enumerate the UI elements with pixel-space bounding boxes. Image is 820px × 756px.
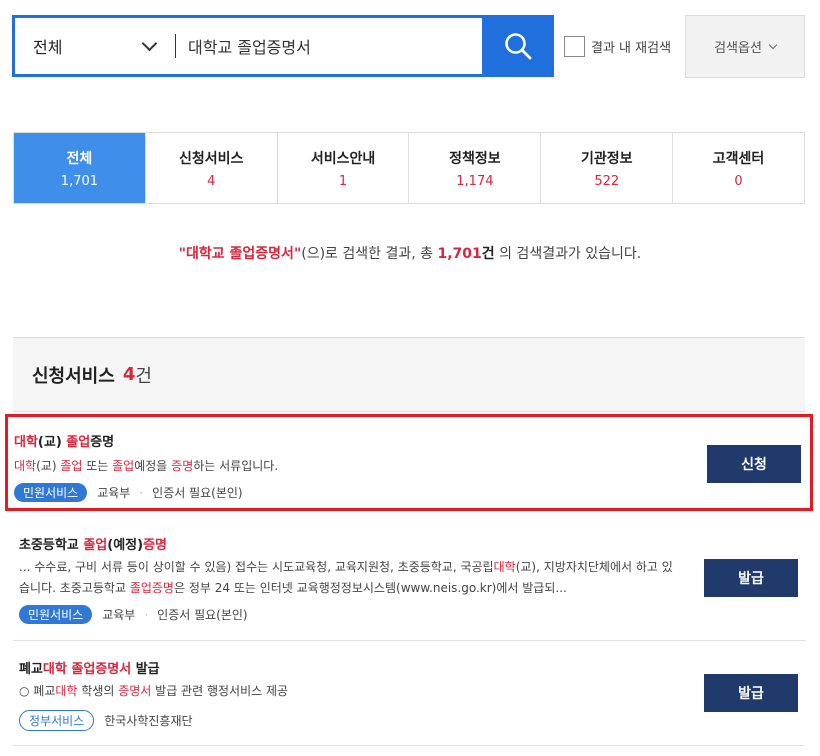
section-count: 4: [122, 364, 136, 385]
section-title: 신청서비스: [32, 365, 115, 387]
result-item: 대학(교) 졸업증명 대학(교) 졸업 또는 졸업예정을 증명하는 서류입니다.…: [5, 414, 813, 511]
tab-all[interactable]: 전체 1,701: [14, 133, 145, 203]
search-input[interactable]: [176, 18, 482, 74]
separator: ·: [144, 607, 149, 622]
chevron-down-icon: [768, 40, 778, 49]
category-badge: 민원서비스: [14, 483, 88, 502]
keyword-highlight: 증명: [171, 459, 194, 473]
text-segment: 은 정부 24 또는 인터넷 교육행정정보시스템(www.neis.go.kr)…: [173, 581, 567, 595]
chevron-down-icon: [141, 35, 158, 51]
tab-count: 1,701: [60, 173, 99, 189]
keyword-highlight: 졸업: [60, 459, 83, 473]
text-segment: 초중등학교: [19, 538, 84, 553]
keyword-highlight: 졸업: [83, 538, 108, 553]
search-scope-select[interactable]: 전체: [15, 18, 175, 74]
summary-unit: 건: [481, 246, 495, 262]
keyword-highlight: 증명: [143, 538, 167, 553]
keyword-highlight: 증명서: [118, 684, 152, 698]
recheck-option[interactable]: 결과 내 재검색: [564, 36, 671, 57]
result-item: 초중등학교 졸업(예정)증명 ... 수수료, 구비 서류 등이 상이할 수 있…: [13, 520, 805, 641]
result-meta: 정부서비스 한국사학진흥재단: [19, 710, 193, 731]
text-segment: (교): [37, 435, 67, 450]
issue-button[interactable]: 발급: [704, 559, 798, 597]
result-meta: 민원서비스 교육부 · 인증서 필요(본인): [19, 605, 248, 624]
keyword-highlight: 대학: [493, 560, 516, 574]
summary-total: 1,701: [437, 246, 482, 262]
result-title-link[interactable]: 대학(교) 졸업증명: [14, 431, 114, 450]
summary-keyword: "대학교 졸업증명서": [178, 246, 302, 262]
cert-requirement: 인증서 필요(본인): [152, 486, 243, 500]
text-segment: ... 수수료, 구비 서류 등이 상이할 수 있음) 접수는 시도교육청, 교…: [19, 560, 494, 574]
text-segment: 폐교: [19, 662, 43, 677]
summary-text: 의 검색결과가 있습니다.: [494, 246, 642, 262]
keyword-highlight: 졸업증명: [129, 581, 174, 595]
result-title-link[interactable]: 폐교대학 졸업증명서 발급: [19, 658, 160, 677]
apply-button[interactable]: 신청: [707, 445, 801, 483]
keyword-highlight: 대학: [14, 435, 38, 450]
tab-count: 4: [207, 173, 216, 189]
keyword-highlight: 졸업: [66, 435, 91, 450]
keyword-highlight: 대학: [42, 662, 67, 677]
agency-name: 교육부: [97, 486, 131, 500]
keyword-highlight: 대학: [55, 684, 78, 698]
text-segment: 발급 관련 행정서비스 제공: [151, 684, 289, 698]
text-segment: 증명: [90, 435, 115, 450]
text-segment: 또는: [82, 459, 113, 473]
text-segment: ○ 폐교: [19, 684, 56, 698]
search-options-label: 검색옵션: [714, 41, 762, 56]
keyword-highlight: 대학: [14, 459, 37, 473]
issue-button[interactable]: 발급: [704, 674, 798, 712]
text-segment: 발급: [131, 662, 160, 677]
tab-count: 1,174: [456, 173, 494, 189]
category-badge: 정부서비스: [19, 710, 95, 731]
search-box: 전체: [12, 15, 554, 77]
section-unit: 건: [135, 365, 152, 387]
tab-label: 신청서비스: [179, 150, 244, 167]
result-item: 폐교대학 졸업증명서 발급 ○ 폐교대학 학생의 증명서 발급 관련 행정서비스…: [13, 641, 805, 746]
keyword-highlight: 졸업: [112, 459, 135, 473]
tab-count: 0: [734, 173, 743, 189]
tab-label: 전체: [66, 150, 93, 167]
agency-name: 한국사학진흥재단: [104, 714, 193, 728]
tab-count: 1: [338, 173, 348, 189]
recheck-checkbox[interactable]: [564, 36, 585, 57]
text-segment: 예정을: [134, 459, 172, 473]
result-meta: 민원서비스 교육부 · 인증서 필요(본인): [14, 483, 243, 502]
cert-requirement: 인증서 필요(본인): [157, 608, 248, 622]
tab-label: 고객센터: [712, 150, 765, 167]
tab-label: 정책정보: [449, 150, 501, 167]
keyword-highlight: 졸업증명서: [71, 662, 132, 677]
tab-agency-info[interactable]: 기관정보 522: [540, 133, 673, 203]
separator: ·: [139, 485, 144, 500]
result-description: ○ 폐교대학 학생의 증명서 발급 관련 행정서비스 제공: [19, 681, 679, 702]
category-tabs: 전체 1,701 신청서비스 4 서비스안내 1 정책정보 1,174 기관정보…: [13, 132, 805, 204]
result-description: ... 수수료, 구비 서류 등이 상이할 수 있음) 접수는 시도교육청, 교…: [19, 557, 679, 599]
result-summary: "대학교 졸업증명서"(으)로 검색한 결과, 총 1,701건 의 검색결과가…: [0, 243, 820, 263]
tab-application-services[interactable]: 신청서비스 4: [144, 133, 277, 203]
text-segment: (교): [36, 459, 61, 473]
category-badge: 민원서비스: [19, 605, 93, 624]
tab-label: 서비스안내: [310, 150, 376, 167]
text-segment: 하는 서류입니다.: [193, 459, 279, 473]
section-header: 신청서비스 4 건: [13, 337, 805, 412]
tab-policy-info[interactable]: 정책정보 1,174: [408, 133, 541, 203]
tab-label: 기관정보: [580, 150, 633, 167]
result-title-link[interactable]: 초중등학교 졸업(예정)증명: [19, 534, 167, 553]
agency-name: 교육부: [102, 608, 136, 622]
tab-service-guide[interactable]: 서비스안내 1: [276, 133, 409, 203]
text-segment: 학생의: [77, 684, 119, 698]
search-button[interactable]: [482, 15, 554, 77]
recheck-label: 결과 내 재검색: [591, 41, 672, 56]
result-description: 대학(교) 졸업 또는 졸업예정을 증명하는 서류입니다.: [14, 456, 674, 477]
tab-count: 522: [594, 173, 620, 189]
search-options-button[interactable]: 검색옵션: [685, 15, 805, 78]
text-segment: (예정): [107, 538, 144, 553]
search-icon: [505, 33, 532, 60]
search-scope-value: 전체: [33, 38, 63, 57]
tab-customer-center[interactable]: 고객센터 0: [672, 133, 804, 203]
summary-text: (으)로 검색한 결과, 총: [301, 246, 438, 262]
